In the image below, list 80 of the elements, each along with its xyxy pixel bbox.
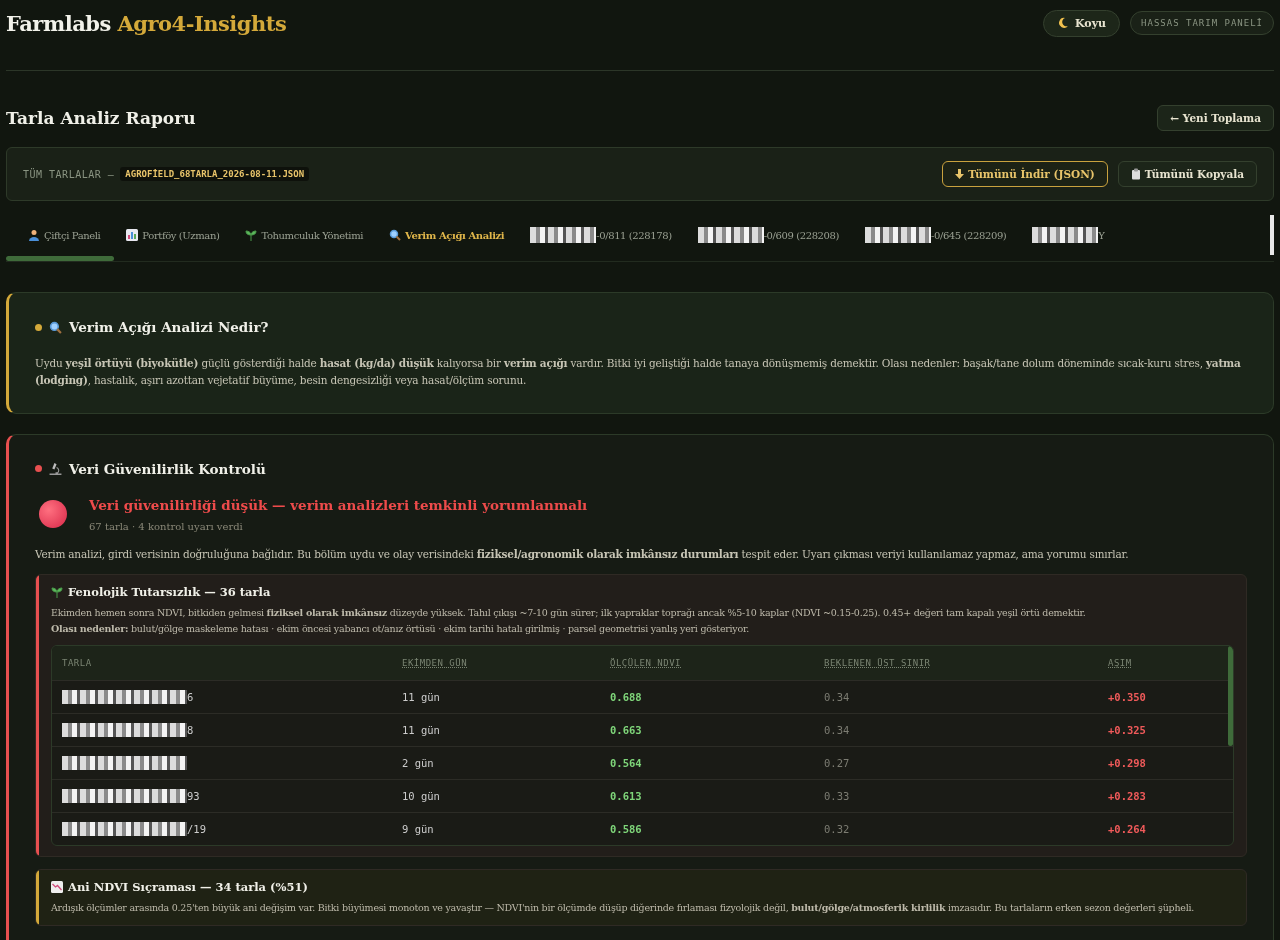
check-title-text: Fenolojik Tutarsızlık — 36 tarla — [68, 585, 271, 600]
table-cell-text: 0.34 — [824, 690, 851, 703]
field-name-suffix: 93 — [187, 789, 200, 802]
column-header: TARLA — [62, 657, 93, 668]
search-icon — [49, 320, 62, 334]
table-cell-text: 0.33 — [824, 789, 851, 802]
card-title-text: Verim Açığı Analizi Nedir? — [69, 319, 269, 335]
theme-toggle-button[interactable]: Koyu — [1043, 9, 1121, 37]
column-header[interactable]: ÖLÇÜLEN NDVI — [610, 657, 824, 668]
table-cell-text: 0.564 — [610, 756, 643, 769]
source-label: TÜM TARLALAR — — [23, 168, 115, 180]
check-description: Olası nedenler: bulut/gölge maskeleme hatası · ekim öncesi yabancı ot/anız örtüsü · ekim tarihi hatalı girilmiş · parsel geometrisi yanlış yeri gösteriyor. — [51, 622, 750, 637]
card-title-text: Veri Güvenilirlik Kontrolü — [69, 460, 266, 477]
tab-label: -0/645 (228209) — [931, 229, 1007, 241]
clipboard-icon — [1130, 168, 1141, 180]
field-name-suffix: /19 — [187, 822, 206, 835]
table-cell-text: +0.298 — [1108, 756, 1147, 769]
report-tab[interactable]: -0/609 (228208) — [697, 227, 839, 243]
file-name-tag: AGROFİELD_68TARLA_2026-08-11.JSON — [120, 167, 310, 181]
tab-label: -0/811 (228178) — [596, 229, 672, 241]
field-name-suffix: 8 — [187, 723, 194, 736]
table-cell-text: 11 gün — [402, 690, 441, 703]
table-cell-text: +0.350 — [1108, 690, 1147, 703]
check-description: Ekimden hemen sonra NDVI, bitkiden gelmesi fiziksel olarak imkânsız düzeyde yüksek. Tahıl çıkışı ~7-10 gün sürer; ilk yapraklar toprağı ancak %5-10 kaplar (NDVI ~0.15-0.25). 0.45+ değeri tam kapalı yeşil örtü demektir. — [51, 606, 1087, 621]
pixelated-text — [530, 227, 597, 243]
report-tab[interactable]: Çiftçi Paneli — [28, 227, 101, 243]
table-cell-text: +0.283 — [1108, 789, 1147, 802]
report-tab[interactable]: -0/645 (228209) — [865, 227, 1007, 243]
copy-all-button[interactable]: Tümünü Kopyala — [1117, 161, 1257, 187]
moon-icon — [1057, 17, 1069, 29]
tabs-scrollbar[interactable] — [6, 256, 114, 261]
report-tab[interactable]: Y — [1032, 227, 1105, 243]
report-title: Tarla Analiz Raporu — [6, 108, 196, 128]
search-icon — [389, 229, 402, 241]
download-all-button[interactable]: Tümünü İndir (JSON) — [942, 161, 1108, 187]
pixelated-text — [1032, 227, 1099, 243]
person-icon — [28, 229, 40, 241]
download-icon — [955, 168, 965, 180]
brand-logo: Farmlabs Agro4-Insights — [6, 10, 287, 36]
report-tab[interactable]: Verim Açığı Analizi — [389, 227, 505, 243]
intro-paragraph: Verim analizi, girdi verisinin doğruluğuna bağlıdır. Bu bölüm uydu ve olay verisindeki fiziksel/agronomik olarak imkânsız durumları tespit eder. Uyarı çıkması veriyi kullanılamaz yapmaz, ama yorumu sınırlar. — [35, 546, 1130, 562]
table-cell-text: 0.27 — [824, 756, 851, 769]
microscope-icon — [49, 462, 62, 476]
report-tab[interactable]: Portföy (Uzman) — [126, 227, 220, 243]
table-cell-text: 0.586 — [610, 822, 643, 835]
pixelated-text — [865, 227, 931, 243]
new-collection-button[interactable]: ← Yeni Toplama — [1157, 105, 1274, 131]
status-headline: Veri güvenilirliği düşük — verim analizleri temkinli yorumlanmalı — [89, 496, 588, 513]
table-scrollbar[interactable] — [1228, 645, 1233, 746]
table-cell-text: 2 gün — [402, 756, 435, 769]
status-subline: 67 tarla · 4 kontrol uyarı verdi — [89, 520, 244, 532]
chart-down-icon — [51, 880, 63, 893]
table-cell-text: +0.325 — [1108, 723, 1147, 736]
table-cell-text: 0.32 — [824, 822, 851, 835]
column-header[interactable]: AŞIM — [1108, 657, 1219, 668]
table-cell-text: +0.264 — [1108, 822, 1147, 835]
table-cell-text: 10 gün — [402, 789, 441, 802]
tabs-vertical-scrollbar[interactable] — [1270, 215, 1274, 255]
panel-badge: HASSAS TARIM PANELİ — [1130, 11, 1274, 35]
report-tab[interactable]: -0/811 (228178) — [530, 227, 672, 243]
report-tab[interactable]: Tohumculuk Yönetimi — [245, 227, 364, 243]
table-cell-text: 11 gün — [402, 723, 441, 736]
seedling-icon — [245, 229, 258, 241]
pixelated-text — [697, 227, 764, 243]
bar-chart-icon — [126, 229, 139, 241]
table-cell-text: 0.613 — [610, 789, 643, 802]
info-paragraph: Uydu yeşil örtüyü (biyokütle) güçlü gösterdiği halde hasat (kg/da) düşük kalıyorsa bir verim açığı vardır. Bitki iyi geliştiği halde tanaya dönüşmemiş demektir. Olası nedenler: başak/tane dolum döneminde sıcak-kuru stres, yatma (lodging), hastalık, aşırı azottan vejetatif büyüme, besin dengesizliği veya hasat/ölçüm sorunu. — [35, 356, 1242, 388]
column-header[interactable]: EKİMDEN GÜN — [402, 657, 610, 668]
column-header[interactable]: BEKLENEN ÜST SINIR — [824, 657, 1108, 668]
tab-label: -0/609 (228208) — [763, 229, 839, 241]
seedling-icon — [51, 586, 63, 599]
check-description: Ardışık ölçümler arasında 0.25'ten büyük ani değişim var. Bitki büyümesi monoton ve yavaştır — NDVI'nin bir ölçümde düşüp diğerinde fırlaması fizyolojik değil, bulut/gölge/atmosferik kirlilik imzasıdır. Bu tarlaların erken sezon değerleri şüpheli. — [51, 900, 1195, 915]
tab-label: Y — [1098, 229, 1105, 241]
table-cell-text: 0.34 — [824, 723, 851, 736]
check-title-text: Ani NDVI Sıçraması — 34 tarla (%51) — [68, 879, 308, 894]
table-cell-text: 9 gün — [402, 822, 435, 835]
table-cell-text: 0.688 — [610, 690, 643, 703]
field-name-suffix: 6 — [187, 690, 194, 703]
status-ball-icon — [39, 500, 67, 529]
table-cell-text: 0.663 — [610, 723, 643, 736]
